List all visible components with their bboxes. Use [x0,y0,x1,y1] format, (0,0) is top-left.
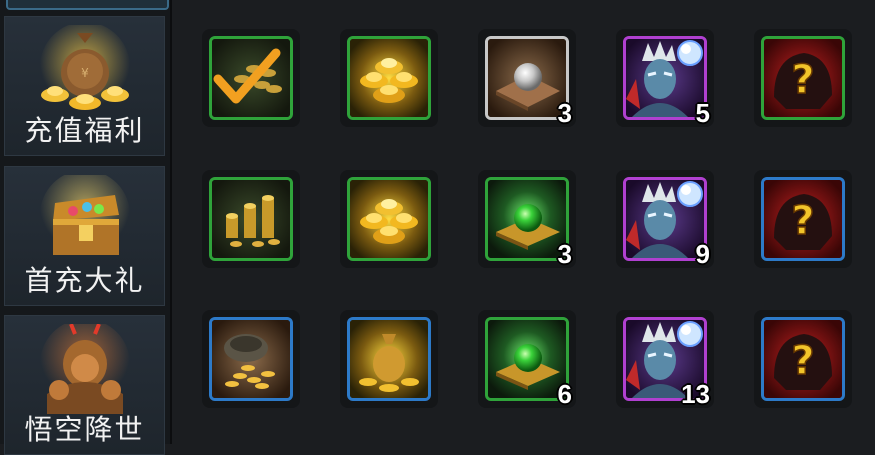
reward-slot[interactable] [340,310,438,408]
reward-slot[interactable] [202,170,300,268]
game-reward-screen: ¥ 充值福利 首充大礼 悟空降世 3 5 ? 3 9 ? 6 13 ? [0,0,875,455]
item-count: 6 [557,379,572,409]
reward-frame [209,177,293,261]
reward-frame [209,36,293,120]
reward-frame [347,36,431,120]
reward-slot[interactable]: 3 [478,170,576,269]
item-count: 13 [681,379,710,409]
reward-slot[interactable] [202,29,300,127]
reward-slot[interactable]: 6 [478,310,576,409]
reward-slot[interactable]: 3 [478,29,576,128]
reward-frame [347,177,431,261]
sidebar-divider [170,0,172,444]
reward-slot[interactable] [202,310,300,408]
sidebar-item-label: 悟空降世 [24,413,145,446]
green-orb-icon [488,320,566,398]
reward-slot[interactable]: 13 [616,310,714,409]
gold-coin-stacks-icon [212,180,290,258]
hero-fragment-icon [626,39,704,117]
item-count: 9 [695,239,710,269]
sidebar-item-label: 充值福利 [24,114,145,147]
sidebar-item-recharge-bonus[interactable]: ¥ 充值福利 [4,16,165,156]
reward-slot[interactable]: 5 [616,29,714,128]
reward-slot[interactable]: ? [754,310,852,408]
sidebar: ¥ 充值福利 首充大礼 悟空降世 [0,0,170,455]
treasure-chest-icon [40,175,130,260]
mystery-armor-icon: ? [764,180,842,258]
reward-slot[interactable] [340,170,438,268]
sidebar-item-selected-partial[interactable] [6,0,169,10]
reward-frame [623,177,707,261]
svg-text:?: ? [791,57,814,103]
reward-frame [209,317,293,401]
wukong-armor-icon [40,324,130,414]
coin-pot-icon [212,320,290,398]
mystery-armor-icon: ? [764,320,842,398]
mystery-armor-icon: ? [764,39,842,117]
reward-frame [623,36,707,120]
sidebar-item-first-recharge-gift[interactable]: 首充大礼 [4,166,165,306]
green-orb-icon [488,180,566,258]
white-orb-icon [488,39,566,117]
reward-slot[interactable]: ? [754,29,852,127]
sidebar-item-label: 首充大礼 [24,264,145,297]
reward-frame [485,317,569,401]
reward-frame: ? [761,317,845,401]
money-bag-icon: ¥ [40,25,130,112]
reward-frame: ? [761,36,845,120]
reward-slot[interactable] [340,29,438,127]
gold-ingots-icon [350,39,428,117]
gold-ingots-icon [350,180,428,258]
svg-text:?: ? [791,198,814,244]
sidebar-item-wukong-descends[interactable]: 悟空降世 [4,315,165,455]
reward-frame [485,177,569,261]
reward-slot[interactable]: ? [754,170,852,268]
item-count: 5 [695,98,710,128]
reward-frame: ? [761,177,845,261]
gold-coins-check-icon [212,39,290,117]
svg-text:¥: ¥ [81,66,89,80]
svg-text:?: ? [791,338,814,384]
gold-sack-icon [350,320,428,398]
hero-fragment-icon [626,180,704,258]
item-count: 3 [557,239,572,269]
reward-frame [347,317,431,401]
item-count: 3 [557,98,572,128]
reward-slot[interactable]: 9 [616,170,714,269]
reward-frame [485,36,569,120]
